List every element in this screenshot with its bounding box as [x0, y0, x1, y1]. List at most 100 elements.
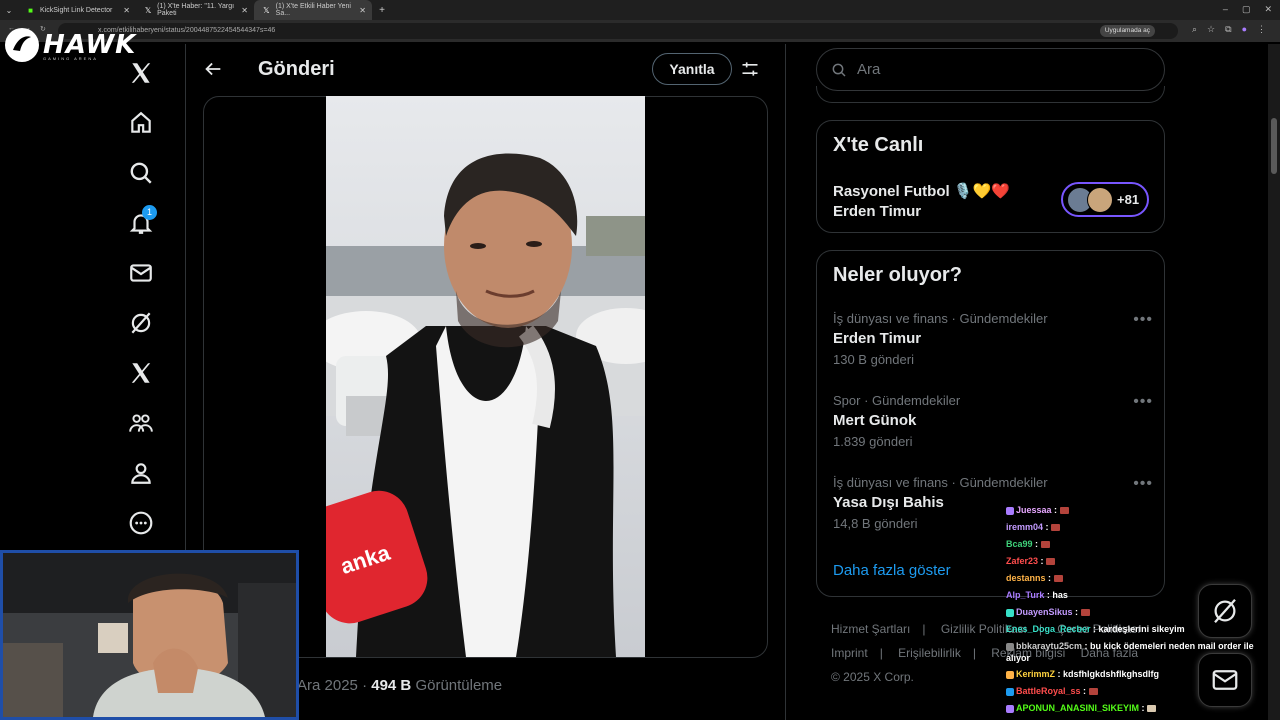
more-dots-icon[interactable]: ••• [1133, 393, 1153, 411]
nav-profile[interactable] [110, 448, 172, 498]
x-premium-icon [131, 363, 151, 383]
nav-messages[interactable] [110, 248, 172, 298]
chat-message: Juessaa : [1006, 502, 1276, 519]
x-icon: 𝕏 [144, 5, 152, 15]
chat-user: bbkaraytu25cm [1016, 641, 1083, 651]
browser-tab[interactable]: ■ KickSight Link Detector ✕ [18, 0, 136, 20]
reply-button[interactable]: Yanıtla [652, 53, 732, 85]
close-window-icon[interactable]: ✕ [1264, 4, 1272, 15]
nav-more[interactable] [110, 498, 172, 548]
page-title: Gönderi [258, 58, 335, 80]
notification-badge: 1 [142, 205, 157, 220]
post-date: Ara 2025 [297, 677, 358, 694]
trend-context: İş dünyası ve finans · Gündemdekiler [833, 311, 1048, 326]
search-icon [130, 162, 152, 184]
kick-icon: ■ [28, 5, 33, 15]
close-icon[interactable]: ✕ [359, 6, 366, 15]
trend-count: 130 B gönderi [833, 352, 914, 367]
grok-fab[interactable] [1198, 584, 1252, 638]
badge-icon [1006, 670, 1014, 679]
emote-icon [1046, 558, 1056, 566]
chat-message: Zafer23 : [1006, 553, 1276, 570]
minimize-icon[interactable]: – [1223, 4, 1228, 15]
chat-message: iremm04 : [1006, 519, 1276, 536]
messages-fab[interactable] [1198, 653, 1252, 707]
close-icon[interactable]: ✕ [241, 6, 248, 15]
url-field[interactable]: x.com/etkilihaberyeni/status/20044875224… [58, 23, 1178, 39]
video-frame-image: anka [326, 96, 645, 657]
card-stub [816, 86, 1165, 103]
chat-user: KerimmZ [1016, 669, 1056, 679]
live-title: X'te Canlı [833, 134, 924, 156]
maximize-icon[interactable]: ▢ [1242, 4, 1251, 15]
post-video[interactable]: anka [326, 96, 645, 657]
scroll-thumb[interactable] [1271, 118, 1277, 174]
tab-title: KickSight Link Detector [40, 6, 113, 14]
zoom-icon[interactable]: ⌕ [1192, 24, 1197, 35]
close-icon[interactable]: ✕ [123, 6, 130, 15]
profile-icon[interactable]: ● [1242, 24, 1247, 35]
space-host: Erden Timur [833, 203, 922, 220]
chat-user: Zafer23 [1006, 556, 1039, 566]
home-icon [131, 111, 151, 133]
chat-text: kdsfhlgkdshflkghsdlfg [1063, 669, 1160, 679]
emote-icon [1059, 507, 1069, 515]
communities-icon [129, 414, 153, 432]
back-arrow-icon[interactable] [202, 58, 224, 80]
trends-title: Neler oluyor? [833, 264, 962, 286]
browser-tab-active[interactable]: 𝕏 (1) X'te Etkili Haber Yeni Sa... ✕ [254, 0, 372, 20]
more-dots-icon[interactable]: ••• [1133, 475, 1153, 493]
chat-user: Enes_Doga_Recber [1006, 624, 1091, 634]
search-input[interactable] [857, 61, 1137, 78]
menu-icon[interactable]: ⋮ [1257, 24, 1266, 35]
show-more-link[interactable]: Daha fazla göster [833, 562, 951, 579]
page-scrollbar[interactable] [1268, 44, 1280, 720]
chat-user: Juessaa [1016, 505, 1052, 515]
nav-communities[interactable] [110, 398, 172, 448]
search-icon [832, 63, 846, 77]
nav-notifications[interactable]: 1 [110, 198, 172, 248]
reply-settings-icon[interactable] [740, 59, 760, 79]
avatar [1087, 186, 1113, 213]
nav-home[interactable] [110, 98, 172, 148]
emote-icon [1053, 575, 1063, 583]
emote-icon [1088, 688, 1098, 696]
open-in-app-button[interactable]: Uygulamada aç [1099, 25, 1155, 37]
nav-grok[interactable] [110, 298, 172, 348]
chat-user: DuayenSikus [1016, 607, 1073, 617]
stream-logo: HAWK GAMING ARENA [5, 28, 136, 62]
space-name[interactable]: Rasyonel Futbol 🎙️💛❤️ [833, 182, 1010, 200]
bookmark-icon[interactable]: ☆ [1207, 24, 1215, 35]
trend-item[interactable]: İş dünyası ve finans · Gündemdekiler Erd… [833, 311, 1153, 367]
meta-separator: · [362, 677, 368, 694]
search-box[interactable] [816, 48, 1165, 91]
tab-title: (1) X'te Etkili Haber Yeni Sa... [275, 3, 351, 17]
more-dots-icon[interactable]: ••• [1133, 311, 1153, 329]
x-icon: 𝕏 [263, 5, 270, 15]
space-emojis: 🎙️💛❤️ [953, 183, 1010, 200]
browser-tab[interactable]: 𝕏 (1) X'te Haber: "11. Yargı Paketi ✕ [136, 0, 254, 20]
space-listeners-pill[interactable]: +81 [1061, 182, 1149, 217]
nav-premium[interactable] [110, 348, 172, 398]
live-on-x-card: X'te Canlı Rasyonel Futbol 🎙️💛❤️ Erden T… [816, 120, 1165, 233]
nav-explore[interactable] [110, 148, 172, 198]
main-divider [785, 44, 786, 720]
tab-search-icon[interactable]: ⌄ [0, 6, 18, 15]
extensions-icon[interactable]: ⧉ [1225, 24, 1231, 35]
emote-icon [1051, 524, 1061, 532]
mail-icon [130, 264, 152, 282]
toolbar-icons: ⌕ ☆ ⧉ ● ⋮ [1192, 24, 1266, 35]
tab-title: (1) X'te Haber: "11. Yargı Paketi [157, 3, 235, 17]
trend-item[interactable]: Spor · Gündemdekiler Mert Günok 1.839 gö… [833, 393, 1153, 449]
footer-link[interactable]: Imprint [831, 646, 868, 660]
badge-icon [1006, 642, 1014, 651]
x-logo-icon [131, 63, 151, 83]
trend-name: Mert Günok [833, 412, 917, 429]
chat-user: destanns [1006, 573, 1046, 583]
trend-context: Spor · Gündemdekiler [833, 393, 961, 408]
footer-link[interactable]: Hizmet Şartları [831, 622, 910, 636]
address-bar-row: ← → ↻ x.com/etkilihaberyeni/status/20044… [0, 20, 1280, 42]
footer-link[interactable]: Erişilebilirlik [898, 646, 961, 660]
left-nav: 1 [110, 48, 172, 548]
new-tab-button[interactable]: + [372, 5, 392, 16]
